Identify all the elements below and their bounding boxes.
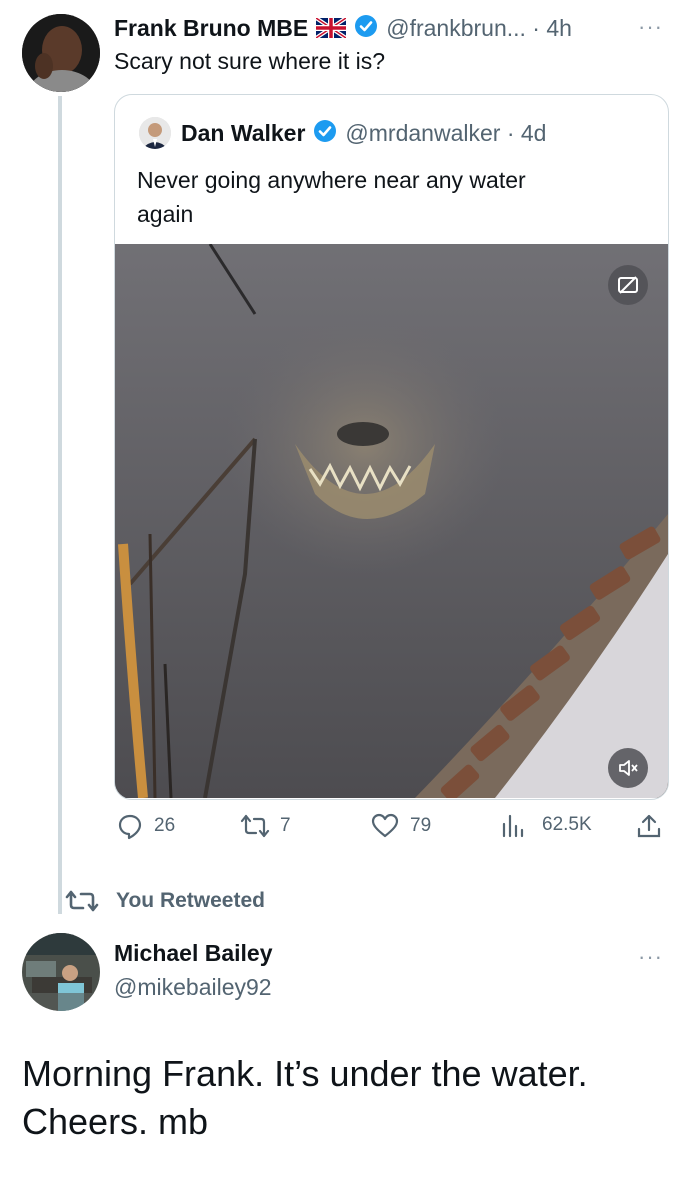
share-icon	[637, 814, 661, 838]
mute-button[interactable]	[608, 748, 648, 788]
author-name[interactable]: Frank Bruno MBE	[114, 15, 308, 42]
more-options-icon[interactable]: ···	[638, 14, 663, 40]
thread-line	[58, 96, 62, 914]
retweet-count: 7	[280, 815, 291, 836]
verified-badge-icon	[313, 119, 337, 148]
avatar-frank-bruno[interactable]	[22, 14, 100, 92]
captions-button[interactable]	[608, 265, 648, 305]
retweet-icon	[240, 814, 270, 838]
reply-handle[interactable]: @mikebailey92	[114, 974, 272, 1001]
video-media[interactable]	[115, 244, 668, 798]
quoted-tweet-card[interactable]: Dan Walker @mrdanwalker · 4d Never going…	[114, 94, 669, 800]
avatar-dan-walker	[139, 117, 171, 149]
video-frame-image	[115, 244, 668, 798]
retweet-action[interactable]: 7	[240, 812, 291, 840]
muted-speaker-icon	[619, 760, 638, 776]
avatar-image	[22, 933, 100, 1011]
reply-count: 26	[154, 815, 176, 836]
captions-off-icon	[618, 276, 638, 294]
heart-icon	[371, 813, 399, 838]
quote-handle-time: @mrdanwalker · 4d	[345, 119, 547, 146]
views-chart-icon	[502, 814, 524, 838]
tweet-header: Frank Bruno MBE @frankbrun... · 4h	[114, 12, 572, 44]
tweet-text: Scary not sure where it is?	[114, 48, 386, 74]
reply-action[interactable]: 26	[116, 812, 175, 840]
avatar-michael-bailey[interactable]	[22, 933, 100, 1011]
views-count: 62.5K	[542, 814, 592, 835]
retweet-banner: You Retweeted	[64, 888, 265, 914]
reply-text-line2: Cheers. mb	[22, 1101, 209, 1142]
reply-more-options-icon[interactable]: ···	[638, 944, 663, 970]
like-action[interactable]: 79	[370, 812, 431, 840]
retweet-banner-label: You Retweeted	[116, 889, 265, 912]
retweeted-icon	[65, 890, 99, 912]
quote-text: Never going anywhere near any water agai…	[137, 163, 526, 231]
avatar-image	[22, 14, 100, 92]
quote-text-line1: Never going anywhere near any water	[137, 167, 526, 193]
quote-text-line2: again	[137, 201, 194, 227]
views-action[interactable]: 62.5K	[500, 812, 592, 838]
reply-icon	[118, 814, 142, 840]
reply-author-name[interactable]: Michael Bailey	[114, 940, 273, 967]
like-count: 79	[410, 815, 432, 836]
uk-flag-icon	[315, 16, 348, 40]
share-action[interactable]	[636, 812, 662, 840]
reply-text: Morning Frank. It’s under the water. Che…	[22, 1050, 588, 1146]
quote-author-name: Dan Walker	[181, 119, 306, 146]
quote-header: Dan Walker @mrdanwalker · 4d	[181, 117, 546, 149]
handle-time[interactable]: @frankbrun... · 4h	[386, 15, 572, 42]
verified-badge-icon	[354, 14, 378, 43]
reply-text-line1: Morning Frank. It’s under the water.	[22, 1053, 588, 1094]
